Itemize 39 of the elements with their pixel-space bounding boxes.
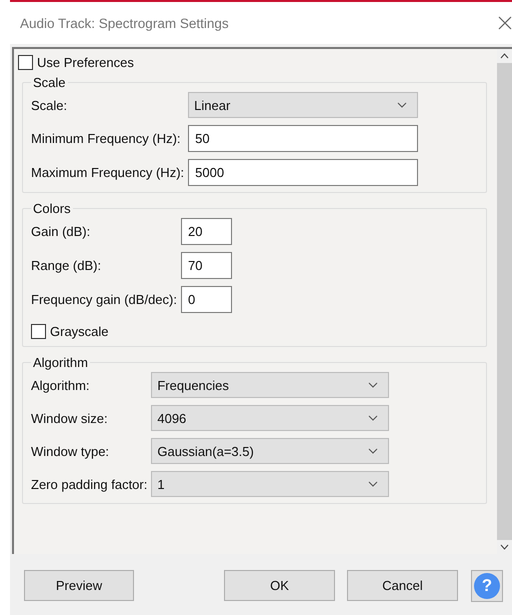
- dropdown[interactable]: Frequencies: [151, 372, 390, 398]
- scroll-up-icon[interactable]: [500, 53, 509, 59]
- checkbox-label: Use Preferences: [37, 54, 134, 70]
- close-icon[interactable]: [498, 16, 512, 30]
- group-title: Colors: [32, 201, 72, 216]
- field-label: Scale:: [31, 98, 68, 112]
- field-label: Window type:: [31, 444, 110, 458]
- input-field[interactable]: 50: [188, 125, 418, 152]
- input-field[interactable]: 5000: [188, 159, 418, 186]
- group-title: Scale: [32, 75, 67, 90]
- field-label: Gain (dB):: [31, 224, 92, 239]
- dropdown[interactable]: 4096: [151, 405, 390, 431]
- scroll-down-icon[interactable]: [500, 544, 509, 550]
- field-label: Window size:: [31, 410, 109, 426]
- window-title: Audio Track: Spectrogram Settings: [20, 16, 229, 30]
- dialog-button[interactable]: Cancel: [347, 570, 458, 601]
- dropdown[interactable]: Linear: [188, 92, 418, 118]
- group-title: Algorithm: [32, 355, 89, 370]
- dialog-button[interactable]: Preview: [24, 570, 134, 601]
- chevron-down-icon: [368, 415, 378, 421]
- chevron-down-icon: [368, 448, 378, 454]
- input-field[interactable]: 20: [180, 218, 232, 245]
- checkbox[interactable]: [18, 54, 33, 70]
- checkbox-label: Grayscale: [50, 324, 109, 338]
- field-label: Zero padding factor:: [31, 476, 148, 492]
- checkbox[interactable]: [31, 324, 46, 338]
- dropdown[interactable]: Gaussian(a=3.5): [151, 438, 390, 464]
- chevron-down-icon: [368, 382, 378, 388]
- field-label: Algorithm:: [31, 378, 91, 392]
- field-label: Maximum Frequency (Hz):: [31, 165, 184, 180]
- field-label: Minimum Frequency (Hz):: [31, 131, 182, 146]
- input-field[interactable]: 70: [180, 252, 232, 279]
- input-field[interactable]: 0: [180, 286, 232, 313]
- field-label: Range (dB):: [31, 258, 102, 273]
- chevron-down-icon: [397, 102, 408, 108]
- dialog-button[interactable]: OK: [224, 570, 335, 601]
- chevron-down-icon: [368, 481, 378, 487]
- dropdown[interactable]: 1: [151, 471, 390, 497]
- field-label: Frequency gain (dB/dec):: [31, 292, 177, 307]
